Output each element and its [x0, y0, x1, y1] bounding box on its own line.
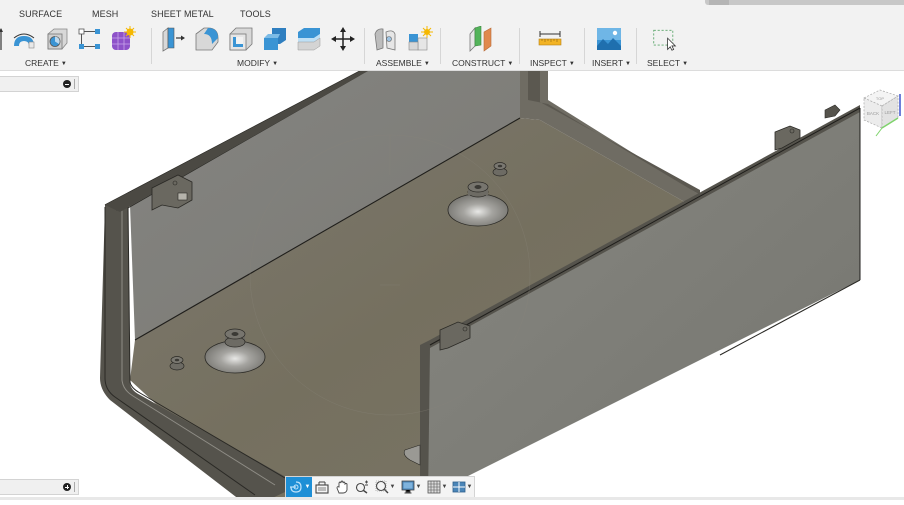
zoom-button[interactable] [352, 477, 372, 497]
modify-group: MODIFY ▼ [158, 22, 363, 68]
collapse-icon[interactable] [63, 80, 71, 88]
browser-panel [0, 76, 79, 92]
navigation-bar: ▼ ▼ ▼ ▼ ▼ [285, 476, 475, 498]
assemble-group: ASSEMBLE ▼ [370, 22, 438, 68]
create-label: CREATE [25, 58, 59, 68]
orbit-button[interactable]: ▼ [286, 477, 312, 497]
measure-icon[interactable] [537, 26, 563, 52]
move-icon[interactable] [330, 26, 356, 52]
panel-resize-handle[interactable] [74, 482, 77, 492]
separator [584, 28, 585, 64]
model-render [100, 70, 861, 500]
standoff-2 [169, 356, 185, 371]
pan-hand-icon [336, 480, 348, 494]
hole-icon[interactable] [44, 26, 70, 52]
panel-resize-handle[interactable] [74, 79, 77, 89]
offset-plane-icon[interactable] [467, 26, 493, 52]
caret-down-icon: ▼ [423, 61, 430, 67]
caret-down-icon: ▼ [625, 61, 631, 67]
caret-down-icon: ▼ [304, 484, 311, 490]
select-group: SELECT ▼ [642, 22, 692, 68]
construct-label: CONSTRUCT [452, 58, 506, 68]
title-strip [705, 0, 904, 5]
zoom-icon [355, 480, 368, 494]
caret-down-icon: ▼ [415, 484, 422, 490]
viewcube-top-label: TOP [876, 96, 884, 101]
look-at-button[interactable] [312, 477, 332, 497]
pan-button[interactable] [332, 477, 352, 497]
assemble-menu[interactable]: ASSEMBLE ▼ [376, 58, 430, 68]
press-pull-icon[interactable] [160, 26, 186, 52]
extrude-icon[interactable] [0, 26, 4, 52]
modify-label: MODIFY [237, 58, 271, 68]
window-select-icon[interactable] [652, 26, 678, 52]
standoff-1 [492, 162, 508, 177]
create-menu[interactable]: CREATE ▼ [25, 58, 67, 68]
tab-sheet-metal[interactable]: SHEET METAL [151, 9, 214, 19]
inspect-menu[interactable]: INSPECT ▼ [530, 58, 575, 68]
separator [519, 28, 520, 64]
revolve-icon[interactable] [11, 26, 37, 52]
viewcube-back-label: BACK [867, 111, 879, 116]
separator [364, 28, 365, 64]
inspect-label: INSPECT [530, 58, 567, 68]
caret-down-icon: ▼ [682, 61, 689, 67]
separator [440, 28, 441, 64]
combine-icon[interactable] [262, 26, 288, 52]
insert-menu[interactable]: INSERT ▼ [592, 58, 631, 68]
display-settings-button[interactable]: ▼ [398, 477, 424, 497]
grid-icon [427, 480, 440, 494]
caret-down-icon: ▼ [568, 61, 575, 67]
insert-group: INSERT ▼ [588, 22, 634, 68]
construct-menu[interactable]: CONSTRUCT ▼ [452, 58, 513, 68]
caret-down-icon: ▼ [272, 61, 279, 67]
fit-button[interactable]: ▼ [372, 477, 398, 497]
tab-tools[interactable]: TOOLS [240, 9, 271, 19]
caret-down-icon: ▼ [466, 484, 473, 490]
sketch-pattern-icon[interactable] [77, 26, 103, 52]
separator [151, 28, 152, 64]
offset-face-icon[interactable] [296, 26, 322, 52]
zoom-window-icon [375, 480, 389, 494]
select-label: SELECT [647, 58, 681, 68]
orbit-icon [289, 481, 302, 493]
inspect-group: INSPECT ▼ [525, 22, 585, 68]
grid-settings-button[interactable]: ▼ [424, 477, 450, 497]
insert-label: INSERT [592, 58, 624, 68]
caret-down-icon: ▼ [389, 484, 396, 490]
canvas-viewport[interactable]: TOP BACK LEFT [0, 70, 904, 500]
y-axis-tail [875, 127, 883, 137]
form-icon[interactable] [110, 26, 136, 52]
viewports-button[interactable]: ▼ [450, 477, 474, 497]
tab-mesh[interactable]: MESH [92, 9, 118, 19]
caret-down-icon: ▼ [441, 484, 448, 490]
create-group: CREATE ▼ [0, 22, 150, 68]
toolbar: SURFACE MESH SHEET METAL TOOLS CREATE ▼ M… [0, 0, 904, 71]
comments-panel [0, 479, 79, 495]
fillet-icon[interactable] [194, 26, 220, 52]
new-component-icon[interactable] [407, 26, 433, 52]
viewports-icon [452, 481, 465, 493]
caret-down-icon: ▼ [60, 61, 67, 67]
modify-menu[interactable]: MODIFY ▼ [237, 58, 278, 68]
viewcube[interactable]: TOP BACK LEFT [858, 86, 904, 146]
separator [636, 28, 637, 64]
display-monitor-icon [401, 480, 414, 494]
look-at-icon [315, 481, 329, 494]
insert-image-icon[interactable] [596, 26, 622, 52]
caret-down-icon: ▼ [507, 61, 514, 67]
expand-icon[interactable] [63, 483, 71, 491]
joint-icon[interactable] [373, 26, 399, 52]
shell-icon[interactable] [228, 26, 254, 52]
tab-surface[interactable]: SURFACE [19, 9, 62, 19]
select-menu[interactable]: SELECT ▼ [647, 58, 688, 68]
construct-group: CONSTRUCT ▼ [446, 22, 518, 68]
assemble-label: ASSEMBLE [376, 58, 422, 68]
viewcube-left-label: LEFT [884, 110, 895, 115]
